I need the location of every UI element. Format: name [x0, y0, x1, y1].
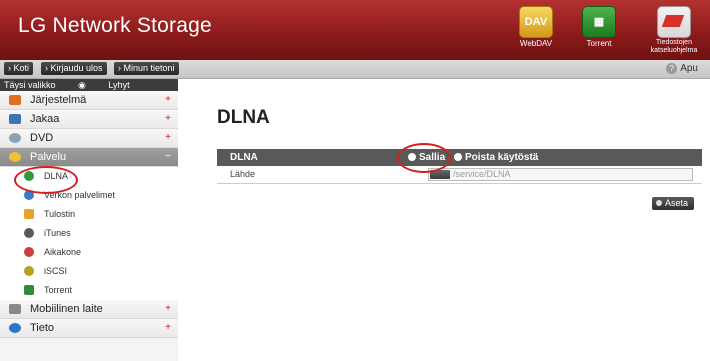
disable-radio[interactable]: [454, 153, 462, 161]
sidebar-item-service[interactable]: Palvelu −: [0, 148, 178, 167]
help-icon: ?: [666, 63, 678, 74]
expand-icon: +: [165, 322, 171, 333]
expand-icon: +: [165, 113, 171, 124]
dlna-header-label: DLNA: [230, 152, 258, 163]
top-header: LG Network Storage DAV WebDAV ▦ Torrent …: [0, 0, 710, 60]
sidebar-subitem-iscsi[interactable]: iSCSI: [0, 262, 178, 281]
source-label: Lähde: [230, 169, 256, 179]
apply-button[interactable]: Aseta: [652, 197, 695, 210]
manual-icon: [657, 6, 691, 38]
dvd-icon: [9, 133, 21, 143]
sidebar: Täysi valikko ◉ Lyhyt valikko ◉ Järjeste…: [0, 79, 178, 361]
webdav-label: WebDAV: [519, 39, 553, 48]
sidebar-item-dvd[interactable]: DVD +: [0, 129, 178, 148]
sidebar-subitem-torrent[interactable]: Torrent: [0, 281, 178, 300]
manual-button[interactable]: Tiedostojen katseluohjelma: [642, 6, 706, 55]
sidebar-item-info[interactable]: Tieto +: [0, 319, 178, 338]
disable-label[interactable]: Poista käytöstä: [465, 149, 538, 166]
help-button[interactable]: ? Apu: [666, 62, 698, 75]
source-path-value: /service/DLNA: [453, 169, 511, 179]
apply-icon: [656, 200, 662, 206]
torrent-small-icon: [24, 285, 34, 295]
source-row: Lähde /service/DLNA: [217, 166, 702, 184]
share-icon: [9, 114, 21, 124]
page-title: DLNA: [217, 107, 270, 128]
manual-label: Tiedostojen katseluohjelma: [650, 39, 698, 54]
sidebar-subitem-timemachine[interactable]: Aikakone: [0, 243, 178, 262]
timemachine-icon: [24, 247, 34, 257]
torrent-button[interactable]: ▦ Torrent: [571, 6, 627, 48]
source-path-field[interactable]: /service/DLNA: [428, 168, 693, 181]
torrent-icon: ▦: [582, 6, 616, 38]
sidebar-item-share[interactable]: Jakaa +: [0, 110, 178, 129]
full-menu-toggle[interactable]: Täysi valikko ◉: [4, 80, 86, 90]
iscsi-icon: [24, 266, 34, 276]
webdav-button[interactable]: DAV WebDAV: [508, 6, 564, 48]
logout-button[interactable]: › Kirjaudu ulos: [41, 62, 107, 75]
annotation-circle-dlna: [14, 166, 78, 194]
expand-icon: +: [165, 132, 171, 143]
system-icon: [9, 95, 21, 105]
sidebar-item-system[interactable]: Järjestelmä +: [0, 91, 178, 110]
dlna-header-row: DLNA Sallia Poista käytöstä: [217, 149, 702, 166]
toolbar: › Koti › Kirjaudu ulos › Minun tietoni ?…: [0, 60, 710, 79]
printer-icon: [24, 209, 34, 219]
home-button[interactable]: › Koti: [4, 62, 34, 75]
info-icon: [9, 323, 21, 333]
collapse-icon: −: [165, 151, 171, 162]
torrent-label: Torrent: [586, 39, 612, 48]
brand-title: LG Network Storage: [18, 14, 212, 37]
my-info-button[interactable]: › Minun tietoni: [114, 62, 179, 75]
webdav-icon: DAV: [519, 6, 553, 38]
mobile-icon: [9, 304, 21, 314]
expand-icon: +: [165, 94, 171, 105]
menu-mode-bar: Täysi valikko ◉ Lyhyt valikko ◉: [0, 79, 178, 102]
annotation-circle-enable: [397, 143, 451, 173]
sidebar-subitem-printer[interactable]: Tulostin: [0, 205, 178, 224]
sidebar-subitem-itunes[interactable]: iTunes: [0, 224, 178, 243]
service-icon: [9, 152, 21, 162]
expand-icon: +: [165, 303, 171, 314]
sidebar-item-mobile[interactable]: Mobiilinen laite +: [0, 300, 178, 319]
itunes-icon: [24, 228, 34, 238]
